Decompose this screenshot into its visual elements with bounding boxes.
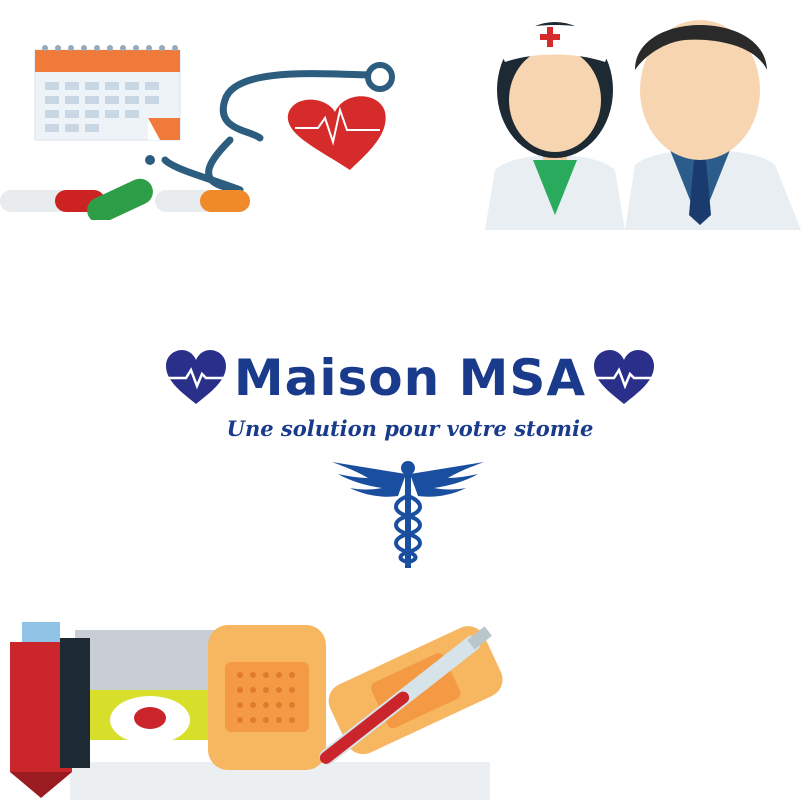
heart-icon (287, 96, 386, 170)
bandage-icon (208, 625, 326, 770)
nurse-figure (485, 22, 625, 230)
bandages-and-thermometer-illustration (10, 622, 503, 800)
package-icon (75, 630, 215, 744)
calendar-icon (34, 45, 181, 141)
heart-pulse-icon (594, 350, 655, 404)
title-row: Maison MSA (150, 338, 670, 418)
heart-pulse-icon (165, 350, 226, 404)
medical-supplies-illustration (0, 45, 395, 220)
caduceus-icon (332, 461, 484, 568)
doctor-figure (625, 20, 801, 230)
brand-tagline: Une solution pour votre stomie (226, 416, 594, 441)
brand-title: Maison MSA (233, 349, 587, 407)
nurse-and-doctor-illustration (485, 20, 801, 230)
brand-logo: Maison MSA Une solution pour votre stomi… (150, 330, 670, 580)
